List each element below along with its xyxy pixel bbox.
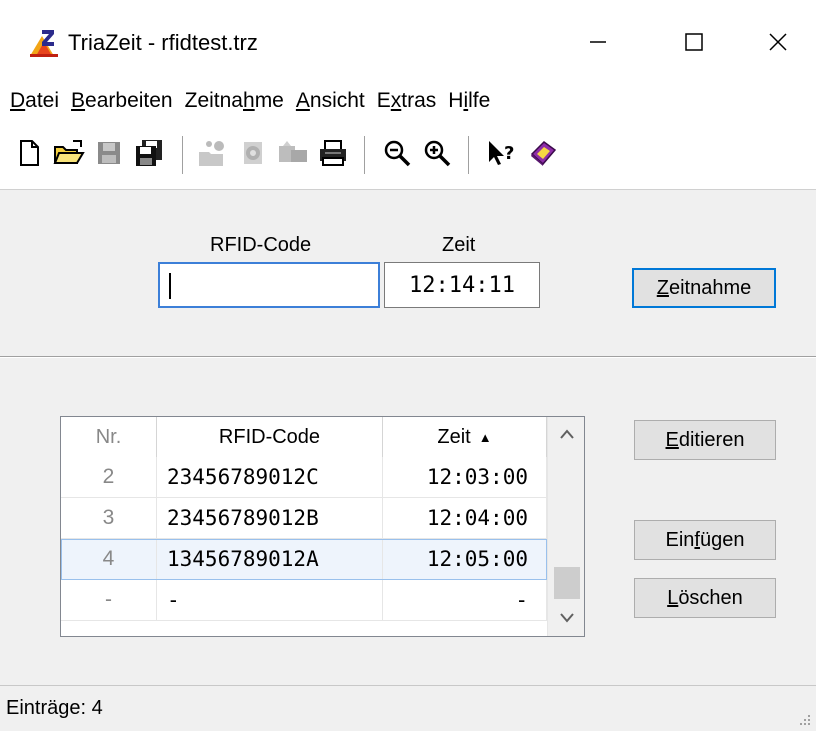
table-row[interactable]: 2 23456789012C 12:03:00 (61, 457, 547, 498)
resize-grip-icon[interactable] (798, 713, 812, 727)
column-header-nr[interactable]: Nr. (61, 417, 157, 457)
new-file-icon[interactable] (12, 136, 46, 170)
einfuegen-button[interactable]: Ein f ügen (634, 520, 776, 560)
status-bar: Einträge: 4 (0, 685, 816, 731)
transfer-icon (276, 136, 310, 170)
toolbar: ? (0, 122, 816, 190)
client-area: RFID-Code Zeit 12:14:11 Zeitnahme Nr. RF… (0, 190, 816, 685)
zoom-in-icon[interactable] (420, 136, 454, 170)
entries-grid[interactable]: Nr. RFID-Code Zeit ▲ 2 23456789012C 12:03… (60, 416, 585, 637)
cell-zeit: 12:03:00 (383, 457, 547, 497)
maximize-button[interactable] (662, 16, 726, 68)
loeschen-button[interactable]: Löschen (634, 578, 776, 618)
scroll-thumb[interactable] (554, 567, 580, 599)
triazeit-app-icon[interactable] (28, 26, 60, 58)
cell-zeit: 12:04:00 (383, 498, 547, 538)
entries-count: Einträge: 4 (6, 697, 103, 719)
menu-bar: Datei Bearbeiten Zeitnahme Ansicht Extra… (0, 80, 816, 122)
manual-book-icon[interactable] (526, 136, 560, 170)
menu-extras[interactable]: Extras (377, 89, 437, 113)
menu-datei[interactable]: Datei (10, 89, 59, 113)
window-title: TriaZeit - rfidtest.trz (68, 30, 258, 55)
zeitnahme-button[interactable]: Zeitnahme (632, 268, 776, 308)
title-bar: TriaZeit - rfidtest.trz (0, 0, 816, 80)
zoom-out-icon[interactable] (380, 136, 414, 170)
rfid-code-label: RFID-Code (210, 234, 312, 256)
open-folder-icon[interactable] (52, 136, 86, 170)
scroll-down-arrow-icon[interactable] (548, 601, 585, 635)
cell-zeit: - (383, 580, 547, 620)
column-header-zeit[interactable]: Zeit ▲ (383, 417, 547, 457)
cell-nr: 3 (61, 498, 157, 538)
menu-hilfe[interactable]: Hilfe (448, 89, 490, 113)
svg-text:?: ? (504, 143, 514, 164)
context-help-icon[interactable]: ? (486, 136, 520, 170)
zeit-label: Zeit (442, 234, 476, 256)
grid-body: 2 23456789012C 12:03:00 3 23456789012B 1… (61, 457, 547, 621)
toolbar-separator (468, 136, 470, 174)
scroll-up-arrow-icon[interactable] (548, 417, 585, 451)
export-icon (236, 136, 270, 170)
rfid-code-input[interactable] (158, 262, 380, 308)
cell-zeit: 12:05:00 (383, 539, 547, 579)
menu-bearbeiten[interactable]: Bearbeiten (71, 89, 173, 113)
table-row-selected[interactable]: 4 13456789012A 12:05:00 (61, 539, 547, 580)
editieren-button[interactable]: Editieren (634, 420, 776, 460)
table-row[interactable]: 3 23456789012B 12:04:00 (61, 498, 547, 539)
cell-nr: 4 (61, 539, 157, 579)
sort-ascending-icon: ▲ (478, 429, 492, 445)
toolbar-separator (182, 136, 184, 174)
column-header-rfid-code[interactable]: RFID-Code (157, 417, 383, 457)
cell-rfid-code: 23456789012C (157, 457, 383, 497)
menu-ansicht[interactable]: Ansicht (296, 89, 365, 113)
print-icon[interactable] (316, 136, 350, 170)
vertical-scrollbar[interactable] (547, 417, 584, 636)
save-icon (92, 136, 126, 170)
table-row-new[interactable]: - - - (61, 580, 547, 621)
cell-nr: 2 (61, 457, 157, 497)
toolbar-separator (364, 136, 366, 174)
close-button[interactable] (746, 16, 810, 68)
save-all-icon[interactable] (132, 136, 166, 170)
cell-rfid-code: 23456789012B (157, 498, 383, 538)
import-icon (196, 136, 230, 170)
cell-nr: - (61, 580, 157, 620)
cell-rfid-code: 13456789012A (157, 539, 383, 579)
cell-rfid-code: - (157, 580, 383, 620)
text-caret (169, 273, 171, 299)
minimize-button[interactable] (566, 16, 630, 68)
grid-header: Nr. RFID-Code Zeit ▲ (61, 417, 547, 457)
menu-zeitnahme[interactable]: Zeitnahme (185, 89, 284, 113)
zeit-input[interactable]: 12:14:11 (384, 262, 540, 308)
panel-divider (0, 356, 816, 358)
